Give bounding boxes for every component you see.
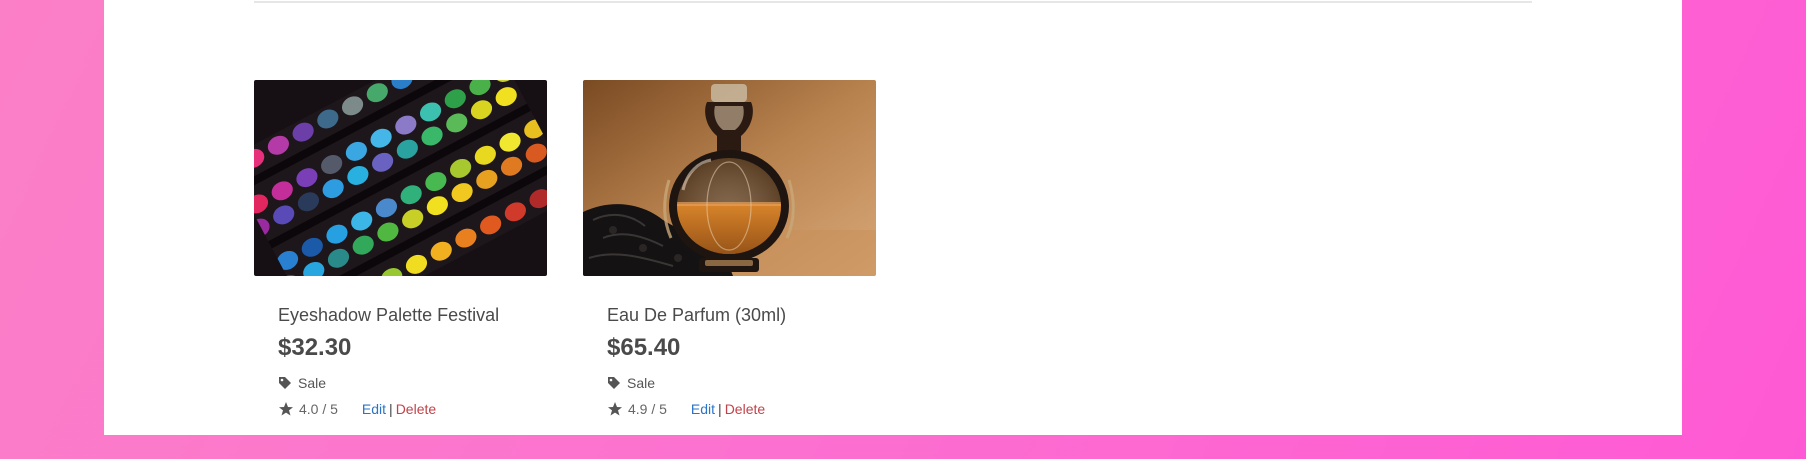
action-separator: |	[718, 401, 722, 417]
delete-link[interactable]: Delete	[396, 401, 436, 417]
action-separator: |	[389, 401, 393, 417]
edit-link[interactable]: Edit	[362, 401, 386, 417]
product-title[interactable]: Eau De Parfum (30ml)	[607, 304, 876, 326]
product-card-body: Eau De Parfum (30ml) $65.40 Sale 4.9 / 5…	[583, 304, 876, 418]
delete-link[interactable]: Delete	[725, 401, 765, 417]
product-rating-value: 4.0 / 5	[299, 401, 338, 417]
star-icon	[607, 401, 623, 417]
product-title[interactable]: Eyeshadow Palette Festival	[278, 304, 547, 326]
product-tag-label: Sale	[627, 375, 656, 391]
product-image-eau-de-parfum[interactable]	[583, 80, 876, 276]
star-icon	[278, 401, 294, 417]
product-card: Eau De Parfum (30ml) $65.40 Sale 4.9 / 5…	[583, 80, 876, 418]
product-image-eyeshadow-palette[interactable]	[254, 80, 547, 276]
product-card: Eyeshadow Palette Festival $32.30 Sale 4…	[254, 80, 547, 418]
product-actions: Edit | Delete	[691, 400, 765, 418]
product-tag: Sale	[278, 374, 547, 392]
divider	[254, 1, 1532, 3]
product-rating: 4.9 / 5	[607, 400, 667, 418]
edit-link[interactable]: Edit	[691, 401, 715, 417]
product-tag-label: Sale	[298, 375, 327, 391]
product-card-body: Eyeshadow Palette Festival $32.30 Sale 4…	[254, 304, 547, 418]
product-rating: 4.0 / 5	[278, 400, 338, 418]
product-meta: 4.0 / 5 Edit | Delete	[278, 400, 547, 418]
product-price: $65.40	[607, 334, 681, 361]
product-rating-value: 4.9 / 5	[628, 401, 667, 417]
product-actions: Edit | Delete	[362, 400, 436, 418]
tag-icon	[607, 376, 621, 390]
product-price: $32.30	[278, 334, 352, 361]
content-panel: Eyeshadow Palette Festival $32.30 Sale 4…	[104, 0, 1682, 435]
product-meta: 4.9 / 5 Edit | Delete	[607, 400, 876, 418]
product-tag: Sale	[607, 374, 876, 392]
tag-icon	[278, 376, 292, 390]
